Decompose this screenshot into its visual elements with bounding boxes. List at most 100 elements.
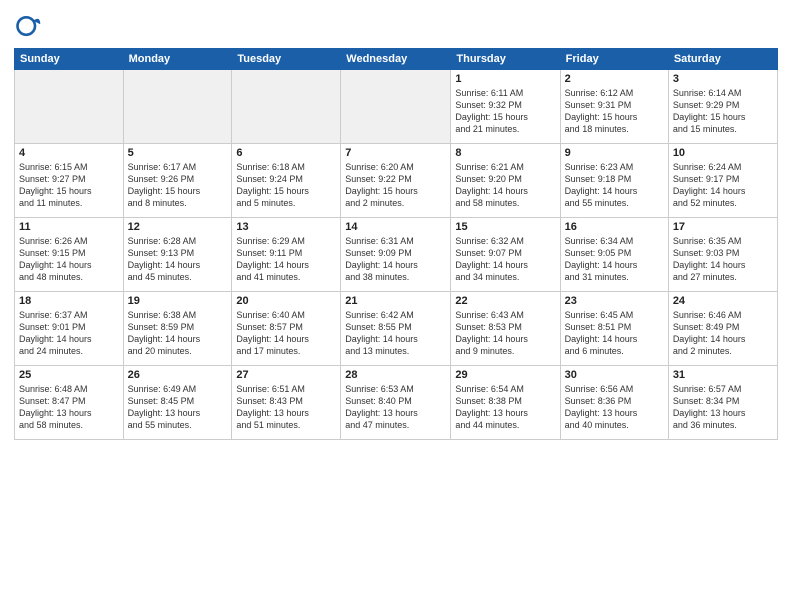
day-info: Sunrise: 6:32 AM Sunset: 9:07 PM Dayligh… <box>455 235 555 284</box>
day-number: 18 <box>19 295 119 307</box>
calendar-cell: 21Sunrise: 6:42 AM Sunset: 8:55 PM Dayli… <box>341 292 451 366</box>
day-number: 20 <box>236 295 336 307</box>
page: SundayMondayTuesdayWednesdayThursdayFrid… <box>0 0 792 612</box>
calendar-cell: 22 Sunrise: 6:43 AM Sunset: 8:53 PM Dayli… <box>451 292 560 366</box>
calendar-cell: 29 Sunrise: 6:54 AM Sunset: 8:38 PM Dayli… <box>451 366 560 440</box>
day-info: Sunrise: 6:23 AM Sunset: 9:18 PM Dayligh… <box>565 161 664 210</box>
day-number: 31 <box>673 369 773 381</box>
day-info: Sunrise: 6:15 AM Sunset: 9:27 PM Dayligh… <box>19 161 119 210</box>
day-info: Sunrise: 6:38 AM Sunset: 8:59 PM Dayligh… <box>128 309 228 358</box>
calendar-cell: 30 Sunrise: 6:56 AM Sunset: 8:36 PM Dayli… <box>560 366 668 440</box>
calendar-header-tuesday: Tuesday <box>232 49 341 70</box>
day-info: Sunrise: 6:28 AM Sunset: 9:13 PM Dayligh… <box>128 235 228 284</box>
calendar-cell: 28 Sunrise: 6:53 AM Sunset: 8:40 PM Dayli… <box>341 366 451 440</box>
day-info: Sunrise: 6:54 AM Sunset: 8:38 PM Dayligh… <box>455 383 555 432</box>
calendar-cell: 16 Sunrise: 6:34 AM Sunset: 9:05 PM Dayli… <box>560 218 668 292</box>
calendar-cell: 23Sunrise: 6:45 AM Sunset: 8:51 PM Dayli… <box>560 292 668 366</box>
day-number: 8 <box>455 147 555 159</box>
calendar-cell: 18 Sunrise: 6:37 AM Sunset: 9:01 PM Dayli… <box>15 292 124 366</box>
calendar-cell: 10 Sunrise: 6:24 AM Sunset: 9:17 PM Dayli… <box>668 144 777 218</box>
calendar-cell: 3Sunrise: 6:14 AM Sunset: 9:29 PM Daylig… <box>668 70 777 144</box>
calendar-cell: 17Sunrise: 6:35 AM Sunset: 9:03 PM Dayli… <box>668 218 777 292</box>
calendar-week-row: 1 Sunrise: 6:11 AM Sunset: 9:32 PM Daylig… <box>15 70 778 144</box>
day-number: 24 <box>673 295 773 307</box>
day-info: Sunrise: 6:51 AM Sunset: 8:43 PM Dayligh… <box>236 383 336 432</box>
day-number: 9 <box>565 147 664 159</box>
day-info: Sunrise: 6:29 AM Sunset: 9:11 PM Dayligh… <box>236 235 336 284</box>
day-number: 11 <box>19 221 119 233</box>
calendar-cell: 7 Sunrise: 6:20 AM Sunset: 9:22 PM Daylig… <box>341 144 451 218</box>
day-number: 27 <box>236 369 336 381</box>
day-number: 10 <box>673 147 773 159</box>
day-number: 1 <box>455 73 555 85</box>
day-number: 26 <box>128 369 228 381</box>
day-number: 29 <box>455 369 555 381</box>
calendar-cell: 9 Sunrise: 6:23 AM Sunset: 9:18 PM Daylig… <box>560 144 668 218</box>
day-info: Sunrise: 6:53 AM Sunset: 8:40 PM Dayligh… <box>345 383 446 432</box>
day-info: Sunrise: 6:21 AM Sunset: 9:20 PM Dayligh… <box>455 161 555 210</box>
day-info: Sunrise: 6:20 AM Sunset: 9:22 PM Dayligh… <box>345 161 446 210</box>
day-info: Sunrise: 6:24 AM Sunset: 9:17 PM Dayligh… <box>673 161 773 210</box>
day-number: 30 <box>565 369 664 381</box>
calendar-header-saturday: Saturday <box>668 49 777 70</box>
day-info: Sunrise: 6:40 AM Sunset: 8:57 PM Dayligh… <box>236 309 336 358</box>
calendar-cell <box>15 70 124 144</box>
day-info: Sunrise: 6:49 AM Sunset: 8:45 PM Dayligh… <box>128 383 228 432</box>
day-info: Sunrise: 6:35 AM Sunset: 9:03 PM Dayligh… <box>673 235 773 284</box>
day-info: Sunrise: 6:11 AM Sunset: 9:32 PM Dayligh… <box>455 87 555 136</box>
calendar-cell: 31 Sunrise: 6:57 AM Sunset: 8:34 PM Dayli… <box>668 366 777 440</box>
header <box>14 12 778 40</box>
day-info: Sunrise: 6:34 AM Sunset: 9:05 PM Dayligh… <box>565 235 664 284</box>
day-info: Sunrise: 6:42 AM Sunset: 8:55 PM Dayligh… <box>345 309 446 358</box>
calendar-cell: 12 Sunrise: 6:28 AM Sunset: 9:13 PM Dayli… <box>123 218 232 292</box>
day-number: 7 <box>345 147 446 159</box>
day-info: Sunrise: 6:31 AM Sunset: 9:09 PM Dayligh… <box>345 235 446 284</box>
day-number: 25 <box>19 369 119 381</box>
day-number: 14 <box>345 221 446 233</box>
calendar-header-wednesday: Wednesday <box>341 49 451 70</box>
day-info: Sunrise: 6:57 AM Sunset: 8:34 PM Dayligh… <box>673 383 773 432</box>
day-info: Sunrise: 6:37 AM Sunset: 9:01 PM Dayligh… <box>19 309 119 358</box>
calendar-cell: 4 Sunrise: 6:15 AM Sunset: 9:27 PM Daylig… <box>15 144 124 218</box>
calendar-cell: 26 Sunrise: 6:49 AM Sunset: 8:45 PM Dayli… <box>123 366 232 440</box>
calendar-cell: 24Sunrise: 6:46 AM Sunset: 8:49 PM Dayli… <box>668 292 777 366</box>
day-info: Sunrise: 6:17 AM Sunset: 9:26 PM Dayligh… <box>128 161 228 210</box>
day-info: Sunrise: 6:14 AM Sunset: 9:29 PM Dayligh… <box>673 87 773 136</box>
calendar-cell <box>232 70 341 144</box>
day-info: Sunrise: 6:18 AM Sunset: 9:24 PM Dayligh… <box>236 161 336 210</box>
calendar-cell: 14 Sunrise: 6:31 AM Sunset: 9:09 PM Dayli… <box>341 218 451 292</box>
day-info: Sunrise: 6:56 AM Sunset: 8:36 PM Dayligh… <box>565 383 664 432</box>
calendar-cell: 15 Sunrise: 6:32 AM Sunset: 9:07 PM Dayli… <box>451 218 560 292</box>
calendar-header-sunday: Sunday <box>15 49 124 70</box>
calendar-header-monday: Monday <box>123 49 232 70</box>
day-number: 15 <box>455 221 555 233</box>
calendar-week-row: 18 Sunrise: 6:37 AM Sunset: 9:01 PM Dayli… <box>15 292 778 366</box>
calendar-cell: 1 Sunrise: 6:11 AM Sunset: 9:32 PM Daylig… <box>451 70 560 144</box>
calendar-week-row: 4 Sunrise: 6:15 AM Sunset: 9:27 PM Daylig… <box>15 144 778 218</box>
calendar-header-row: SundayMondayTuesdayWednesdayThursdayFrid… <box>15 49 778 70</box>
day-info: Sunrise: 6:43 AM Sunset: 8:53 PM Dayligh… <box>455 309 555 358</box>
day-number: 23 <box>565 295 664 307</box>
calendar-week-row: 25 Sunrise: 6:48 AM Sunset: 8:47 PM Dayli… <box>15 366 778 440</box>
day-info: Sunrise: 6:26 AM Sunset: 9:15 PM Dayligh… <box>19 235 119 284</box>
day-info: Sunrise: 6:48 AM Sunset: 8:47 PM Dayligh… <box>19 383 119 432</box>
day-number: 12 <box>128 221 228 233</box>
calendar-cell: 6 Sunrise: 6:18 AM Sunset: 9:24 PM Daylig… <box>232 144 341 218</box>
calendar-cell: 19 Sunrise: 6:38 AM Sunset: 8:59 PM Dayli… <box>123 292 232 366</box>
day-number: 22 <box>455 295 555 307</box>
calendar-header-friday: Friday <box>560 49 668 70</box>
day-number: 5 <box>128 147 228 159</box>
day-info: Sunrise: 6:12 AM Sunset: 9:31 PM Dayligh… <box>565 87 664 136</box>
day-number: 28 <box>345 369 446 381</box>
day-number: 4 <box>19 147 119 159</box>
calendar-cell: 20 Sunrise: 6:40 AM Sunset: 8:57 PM Dayli… <box>232 292 341 366</box>
calendar-cell: 27 Sunrise: 6:51 AM Sunset: 8:43 PM Dayli… <box>232 366 341 440</box>
calendar-cell: 13Sunrise: 6:29 AM Sunset: 9:11 PM Dayli… <box>232 218 341 292</box>
day-number: 2 <box>565 73 664 85</box>
day-number: 19 <box>128 295 228 307</box>
calendar-cell: 11 Sunrise: 6:26 AM Sunset: 9:15 PM Dayli… <box>15 218 124 292</box>
day-number: 6 <box>236 147 336 159</box>
calendar-cell: 25 Sunrise: 6:48 AM Sunset: 8:47 PM Dayli… <box>15 366 124 440</box>
day-number: 16 <box>565 221 664 233</box>
calendar-table: SundayMondayTuesdayWednesdayThursdayFrid… <box>14 48 778 440</box>
